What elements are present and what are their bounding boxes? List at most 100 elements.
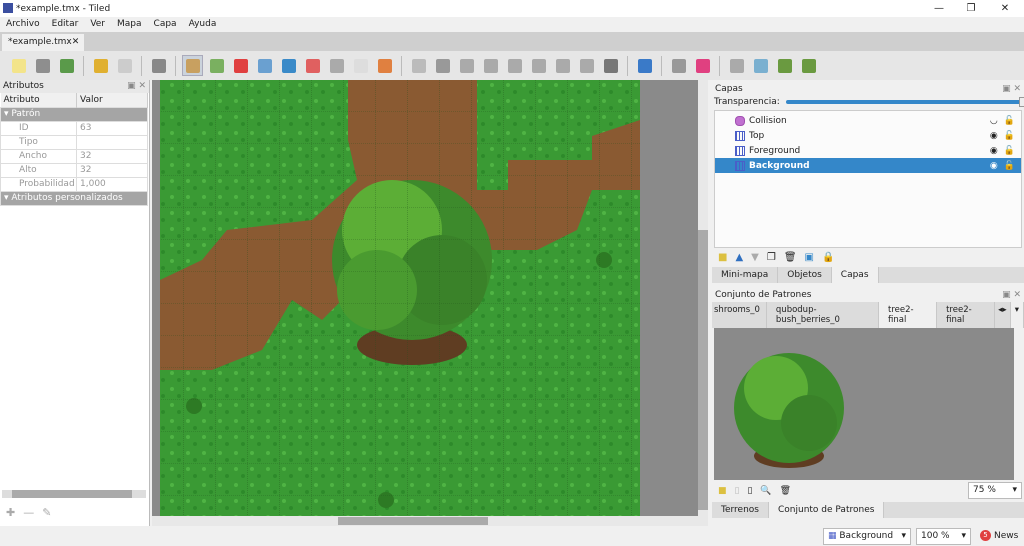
edit-tileset-icon[interactable]: 🔍 xyxy=(760,486,771,496)
stamp-brush-button[interactable] xyxy=(182,55,203,76)
tab-tilesets[interactable]: Conjunto de Patrones xyxy=(769,502,885,518)
delete-layer-icon[interactable]: 🗑 xyxy=(784,252,797,263)
layer-item[interactable]: Background ◉ 🔓 xyxy=(715,158,1021,173)
insert-ellipse-button[interactable] xyxy=(504,55,525,76)
select-same-button[interactable] xyxy=(374,55,395,76)
menu-editar[interactable]: Editar xyxy=(46,17,85,32)
tab-tileset[interactable]: tree2-final xyxy=(937,302,996,328)
remove-property-icon[interactable]: — xyxy=(23,506,34,519)
map-canvas[interactable] xyxy=(152,80,708,516)
tab-scroll-arrows[interactable]: ◂▸ xyxy=(995,302,1011,328)
tab-list-menu[interactable]: ▾ xyxy=(1010,302,1024,328)
eraser-button[interactable] xyxy=(302,55,323,76)
vertical-scrollbar[interactable] xyxy=(698,80,708,516)
news-button[interactable]: 5 News xyxy=(980,530,1018,541)
map-horizontal-scrollbar[interactable] xyxy=(152,516,708,526)
wang-brush-button[interactable] xyxy=(230,55,251,76)
menu-mapa[interactable]: Mapa xyxy=(111,17,148,32)
prop-value[interactable] xyxy=(76,134,148,150)
delete-tileset-icon[interactable]: 🗑 xyxy=(780,486,791,496)
add-property-icon[interactable]: ✚ xyxy=(6,506,15,519)
prop-value[interactable]: 1,000 xyxy=(76,176,148,192)
eye-icon[interactable]: ◉ xyxy=(990,161,998,171)
current-layer-select[interactable]: ▦ Background ▾ xyxy=(823,528,911,545)
tab-tileset[interactable]: shrooms_0 xyxy=(712,302,767,328)
menu-ver[interactable]: Ver xyxy=(84,17,111,32)
tab-objects[interactable]: Objetos xyxy=(778,267,832,283)
horizontal-scrollbar[interactable] xyxy=(2,490,146,498)
shape-fill-button[interactable] xyxy=(278,55,299,76)
layer-item[interactable]: Top ◉ 🔓 xyxy=(715,128,1021,143)
unlock-icon[interactable]: 🔓 xyxy=(1004,116,1015,126)
tab-layers[interactable]: Capas xyxy=(831,267,879,283)
unlock-icon[interactable]: 🔓 xyxy=(1004,161,1015,171)
panel-float-close-icons[interactable]: ▣ ✕ xyxy=(1002,83,1024,96)
table-row[interactable]: Probabilidad 1,000 xyxy=(0,176,148,192)
save-button[interactable] xyxy=(56,55,77,76)
move-button[interactable] xyxy=(634,55,655,76)
unlock-icon[interactable]: 🔓 xyxy=(1004,146,1015,156)
table-row[interactable]: ID 63 xyxy=(0,120,148,136)
tab-example-tmx[interactable]: *example.tmx ✕ xyxy=(2,34,84,51)
table-row[interactable]: Ancho 32 xyxy=(0,148,148,164)
redo-button[interactable] xyxy=(114,55,135,76)
menu-capa[interactable]: Capa xyxy=(148,17,183,32)
commands-button[interactable] xyxy=(148,55,169,76)
eye-icon[interactable]: ◉ xyxy=(990,146,998,156)
flip-h-button[interactable] xyxy=(726,55,747,76)
unlock-icon[interactable]: 🔓 xyxy=(1004,131,1015,141)
lower-layer-icon[interactable]: ▼ xyxy=(751,252,759,263)
embed-tileset-icon[interactable]: ▯ xyxy=(735,486,740,496)
menu-ayuda[interactable]: Ayuda xyxy=(183,17,223,32)
tab-terrains[interactable]: Terrenos xyxy=(712,502,769,518)
raise-layer-icon[interactable]: ▲ xyxy=(735,252,743,263)
table-row[interactable]: Tipo xyxy=(0,134,148,150)
panel-float-close-icons[interactable]: ▣ ✕ xyxy=(127,80,149,93)
undo-button[interactable] xyxy=(90,55,111,76)
flip-v-button[interactable] xyxy=(750,55,771,76)
wang-fill-button[interactable] xyxy=(692,55,713,76)
close-tab-icon[interactable]: ✕ xyxy=(72,37,80,48)
rotate-left-button[interactable] xyxy=(774,55,795,76)
random-mode-button[interactable] xyxy=(668,55,689,76)
maximize-button[interactable]: ❐ xyxy=(956,0,986,17)
insert-tile-button[interactable] xyxy=(552,55,573,76)
tab-tileset[interactable]: qubodup-bush_berries_0 xyxy=(766,302,880,328)
layer-item[interactable]: Foreground ◉ 🔓 xyxy=(715,143,1021,158)
toggle-other-layers-icon[interactable]: ▣ xyxy=(805,252,814,263)
insert-polygon-button[interactable] xyxy=(528,55,549,76)
lock-layer-icon[interactable]: 🔒 xyxy=(822,252,834,263)
minimize-button[interactable]: — xyxy=(924,0,954,17)
tab-tileset[interactable]: tree2-final xyxy=(879,302,938,328)
export-tileset-icon[interactable]: ▯ xyxy=(747,486,752,496)
map-zoom-select[interactable]: 100 % ▾ xyxy=(916,528,971,545)
select-objects-button[interactable] xyxy=(408,55,429,76)
new-tileset-icon[interactable]: ■ xyxy=(718,486,727,496)
table-row[interactable]: Alto 32 xyxy=(0,162,148,178)
eye-closed-icon[interactable]: ◡ xyxy=(990,116,998,126)
group-patron[interactable]: ▾ Patrón xyxy=(0,106,148,122)
tileset-view[interactable] xyxy=(714,328,1014,480)
close-button[interactable]: ✕ xyxy=(990,0,1020,17)
tileset-zoom-select[interactable]: 75 % ▾ xyxy=(968,482,1022,499)
bucket-fill-button[interactable] xyxy=(254,55,275,76)
insert-text-button[interactable] xyxy=(600,55,621,76)
rotate-right-button[interactable] xyxy=(798,55,819,76)
layer-item[interactable]: Collision ◡ 🔓 xyxy=(715,113,1021,128)
open-button[interactable] xyxy=(32,55,53,76)
magic-wand-button[interactable] xyxy=(350,55,371,76)
tile-map[interactable] xyxy=(152,80,708,516)
insert-template-button[interactable] xyxy=(576,55,597,76)
group-custom[interactable]: ▾ Atributos personalizados xyxy=(0,190,148,206)
insert-point-button[interactable] xyxy=(480,55,501,76)
panel-float-close-icons[interactable]: ▣ ✕ xyxy=(1002,289,1024,302)
tab-minimap[interactable]: Mini-mapa xyxy=(712,267,779,283)
edit-polygons-button[interactable] xyxy=(432,55,453,76)
insert-rectangle-button[interactable] xyxy=(456,55,477,76)
new-map-button[interactable] xyxy=(8,55,29,76)
terrain-brush-button[interactable] xyxy=(206,55,227,76)
new-layer-icon[interactable]: ■ xyxy=(718,252,727,263)
eye-icon[interactable]: ◉ xyxy=(990,131,998,141)
duplicate-layer-icon[interactable]: ❐ xyxy=(767,252,776,263)
rename-property-icon[interactable]: ✎ xyxy=(42,506,51,519)
